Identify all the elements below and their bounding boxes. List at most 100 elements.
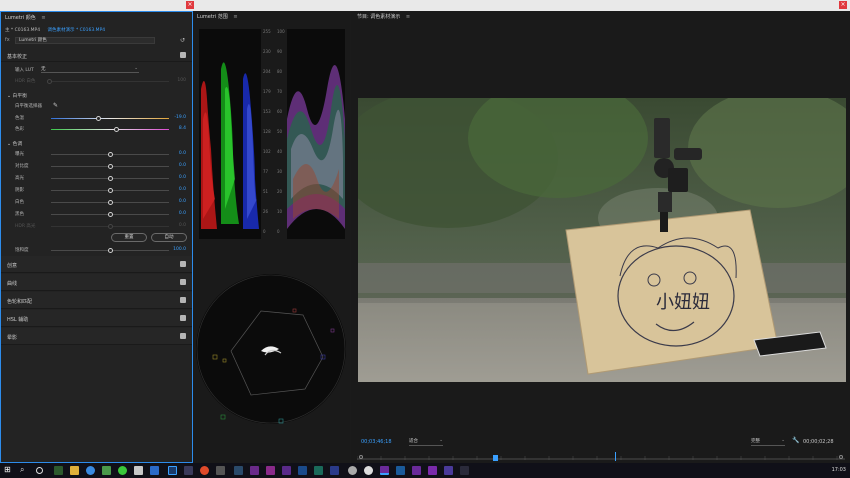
- panel-menu-icon[interactable]: ≡: [406, 14, 410, 20]
- section-vignette[interactable]: 晕影: [1, 328, 192, 345]
- section-creative[interactable]: 创意: [1, 256, 192, 273]
- panel-menu-icon[interactable]: ≡: [233, 14, 237, 20]
- app-icon[interactable]: [348, 466, 357, 475]
- highlights-value[interactable]: 0.0: [179, 175, 186, 180]
- temperature-value[interactable]: -19.0: [174, 115, 186, 120]
- app-icon[interactable]: [412, 466, 421, 475]
- eyedropper-icon[interactable]: ✎: [53, 102, 58, 109]
- app-icon[interactable]: [330, 466, 339, 475]
- vectorscope-graph: [196, 274, 346, 424]
- temperature-slider[interactable]: [51, 118, 169, 119]
- section-checkbox[interactable]: [180, 333, 186, 339]
- hdr-white-slider[interactable]: [51, 81, 169, 82]
- section-checkbox[interactable]: [180, 261, 186, 267]
- temperature-knob[interactable]: [96, 116, 101, 121]
- section-checkbox[interactable]: [180, 52, 186, 58]
- app-icon[interactable]: [298, 466, 307, 475]
- folder-icon[interactable]: [70, 466, 79, 475]
- in-point-marker[interactable]: [615, 452, 616, 461]
- temperature-row: 色温 -19.0: [1, 113, 192, 123]
- exposure-knob[interactable]: [108, 152, 113, 157]
- app-icon[interactable]: [200, 466, 209, 475]
- hdr-white-value[interactable]: 100: [177, 78, 186, 83]
- tint-value[interactable]: 8.4: [179, 126, 186, 131]
- app-icon[interactable]: [444, 466, 453, 475]
- sequence-clip-tab[interactable]: 调色素材演示 * C0163.MP4: [48, 28, 106, 33]
- chevron-down-icon: ⌄: [781, 438, 785, 443]
- panel-title[interactable]: Lumetri 范围 ≡: [197, 13, 238, 20]
- search-icon[interactable]: ⌕: [20, 465, 29, 474]
- app-icon[interactable]: [314, 466, 323, 475]
- section-color-wheels[interactable]: 色轮和匹配: [1, 292, 192, 309]
- exposure-value[interactable]: 0.0: [179, 151, 186, 156]
- clock[interactable]: 17:03: [832, 467, 846, 473]
- section-curves[interactable]: 曲线: [1, 274, 192, 291]
- auto-button[interactable]: 自动: [151, 233, 187, 242]
- zoom-dropdown[interactable]: 适合 ⌄: [409, 438, 443, 446]
- tint-slider[interactable]: [51, 129, 169, 130]
- saturation-knob[interactable]: [108, 248, 113, 253]
- windows-start-icon[interactable]: ⊞: [4, 465, 13, 474]
- shadows-knob[interactable]: [108, 188, 113, 193]
- panel-title[interactable]: 节目: 调色素材演示 ≡: [357, 13, 410, 20]
- whites-value[interactable]: 0.0: [179, 199, 186, 204]
- close-icon[interactable]: ×: [186, 1, 194, 9]
- app-icon[interactable]: [234, 466, 243, 475]
- blacks-knob[interactable]: [108, 212, 113, 217]
- app-icon[interactable]: [282, 466, 291, 475]
- app-icon[interactable]: [380, 466, 389, 475]
- reset-effect-icon[interactable]: ↺: [180, 37, 185, 44]
- app-icon[interactable]: [250, 466, 259, 475]
- scrub-left-handle[interactable]: [359, 455, 363, 459]
- premiere-icon[interactable]: [168, 466, 177, 475]
- effect-dropdown[interactable]: Lumetri 颜色: [15, 37, 155, 44]
- close-icon[interactable]: ×: [839, 1, 847, 9]
- hdr-white-knob[interactable]: [47, 79, 52, 84]
- input-lut-dropdown[interactable]: 无 ⌄: [41, 66, 139, 73]
- panel-title[interactable]: Lumetri 颜色 ≡: [5, 14, 46, 21]
- timeline-scrubber[interactable]: [357, 452, 845, 461]
- tint-knob[interactable]: [114, 127, 119, 132]
- app-icon[interactable]: [102, 466, 111, 475]
- app-icon[interactable]: [184, 466, 193, 475]
- cortana-icon[interactable]: [36, 467, 43, 474]
- saturation-value[interactable]: 100.0: [173, 247, 186, 252]
- contrast-value[interactable]: 0.0: [179, 163, 186, 168]
- contrast-knob[interactable]: [108, 164, 113, 169]
- scale-tick: 26: [263, 209, 269, 214]
- playhead[interactable]: [493, 455, 498, 461]
- app-icon[interactable]: [216, 466, 225, 475]
- app-icon[interactable]: [460, 466, 469, 475]
- section-hsl-secondary[interactable]: HSL 辅助: [1, 310, 192, 327]
- highlights-knob[interactable]: [108, 176, 113, 181]
- panel-menu-icon[interactable]: ≡: [41, 15, 45, 21]
- tone-header[interactable]: ⌄ 色调: [7, 140, 22, 147]
- resolution-dropdown[interactable]: 完整 ⌄: [751, 438, 785, 446]
- app-icon[interactable]: [364, 466, 373, 475]
- blacks-value[interactable]: 0.0: [179, 211, 186, 216]
- section-checkbox[interactable]: [180, 315, 186, 321]
- section-checkbox[interactable]: [180, 279, 186, 285]
- section-checkbox[interactable]: [180, 297, 186, 303]
- wrench-icon[interactable]: 🔧: [792, 437, 799, 444]
- reset-button[interactable]: 重置: [111, 233, 147, 242]
- app-icon[interactable]: [54, 466, 63, 475]
- app-icon[interactable]: [266, 466, 275, 475]
- app-icon[interactable]: [396, 466, 405, 475]
- current-timecode[interactable]: 00;03;46;18: [361, 439, 392, 445]
- app-icon[interactable]: [428, 466, 437, 475]
- video-frame[interactable]: 小妞妞: [358, 98, 846, 382]
- section-basic-correction[interactable]: 基本校正: [1, 49, 192, 62]
- app-icon[interactable]: [150, 466, 159, 475]
- scrub-right-handle[interactable]: [839, 455, 843, 459]
- master-clip-tab[interactable]: 主 * C0163.MP4: [5, 28, 40, 33]
- scale-tick: 230: [263, 49, 271, 54]
- hdr-specular-value[interactable]: 0.0: [179, 223, 186, 228]
- chrome-icon[interactable]: [86, 466, 95, 475]
- whites-knob[interactable]: [108, 200, 113, 205]
- app-icon[interactable]: [134, 466, 143, 475]
- hdr-specular-knob[interactable]: [108, 224, 113, 229]
- shadows-value[interactable]: 0.0: [179, 187, 186, 192]
- wechat-icon[interactable]: [118, 466, 127, 475]
- white-balance-header[interactable]: ⌄ 白平衡: [7, 92, 27, 99]
